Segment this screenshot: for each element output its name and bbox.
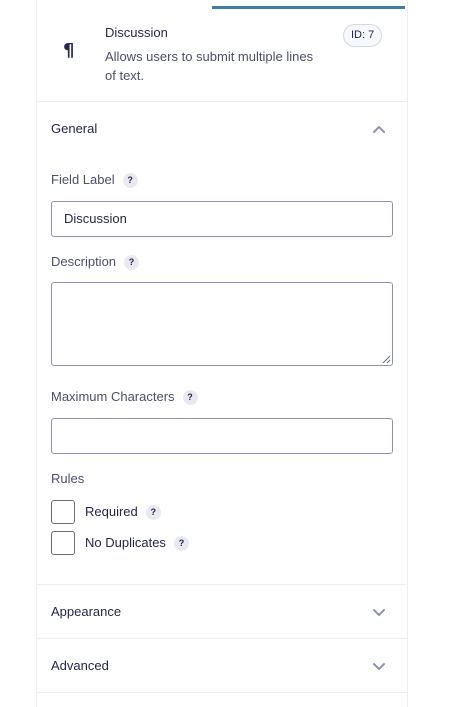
required-checkbox[interactable] (51, 500, 75, 524)
required-label-text: Required (85, 504, 138, 519)
no-duplicates-checkbox[interactable] (51, 531, 75, 555)
appearance-section-title: Appearance (51, 604, 122, 619)
help-icon[interactable]: ? (173, 536, 189, 552)
general-section-title: General (51, 121, 98, 136)
field-label-input[interactable]: Discussion (51, 201, 393, 237)
general-section-body: Field Label? Discussion Description? Max… (37, 156, 407, 585)
field-title: Discussion (105, 25, 168, 40)
chevron-down-icon[interactable] (372, 605, 386, 619)
field-id-badge: ID: 7 (343, 24, 383, 47)
help-icon[interactable]: ? (124, 255, 140, 271)
max-chars-label: Maximum Characters? (51, 389, 198, 406)
no-duplicates-label-text: No Duplicates (85, 535, 166, 550)
max-chars-label-text: Maximum Characters (51, 389, 175, 404)
chevron-up-icon[interactable] (372, 122, 386, 136)
no-duplicates-label: No Duplicates? (85, 535, 189, 552)
pilcrow-icon: ¶ (63, 40, 75, 61)
general-section-toggle[interactable]: General (37, 102, 407, 156)
description-textarea[interactable] (51, 282, 393, 366)
field-description: Allows users to submit multiple lines of… (105, 49, 314, 83)
field-header: ¶ Discussion Allows users to submit mult… (37, 0, 407, 102)
max-chars-input[interactable] (51, 418, 393, 454)
field-label-label: Field Label? (51, 172, 138, 189)
field-label-text: Field Label (51, 172, 115, 187)
resize-grip-icon[interactable] (381, 354, 391, 364)
description-label-text: Description (51, 254, 117, 269)
field-settings-panel: ¶ Discussion Allows users to submit mult… (36, 0, 408, 707)
chevron-down-icon[interactable] (372, 659, 386, 673)
help-icon[interactable]: ? (145, 505, 161, 521)
help-icon[interactable]: ? (182, 390, 198, 406)
required-label: Required? (85, 504, 161, 521)
description-label: Description? (51, 254, 140, 271)
field-label-value: Discussion (64, 211, 127, 226)
rules-label: Rules (51, 471, 85, 486)
advanced-section-title: Advanced (51, 658, 109, 673)
help-icon[interactable]: ? (122, 173, 138, 189)
appearance-section-toggle[interactable]: Appearance (37, 585, 407, 639)
advanced-section-toggle[interactable]: Advanced (37, 639, 407, 693)
